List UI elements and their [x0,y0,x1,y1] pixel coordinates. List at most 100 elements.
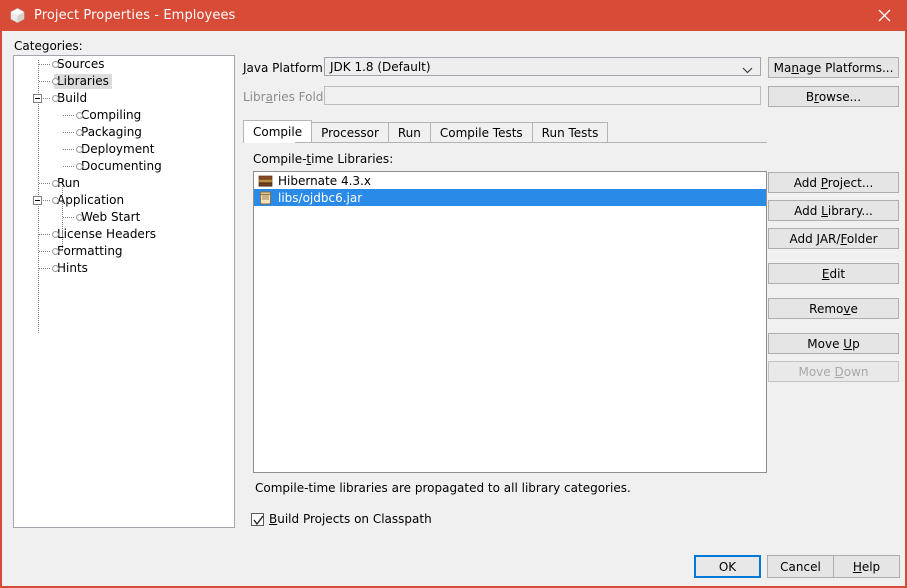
library-item-label: Hibernate 4.3.x [278,173,371,188]
button-label: Remove [809,301,858,316]
ok-button[interactable]: OK [694,555,761,578]
tree-item-formatting[interactable]: Formatting [14,243,234,260]
tree-trunk-line-lower [38,282,39,334]
tree-node-icon [52,231,59,238]
tree-node-icon [76,112,83,119]
tree-item-run[interactable]: Run [14,175,234,192]
tab-compile-tests[interactable]: Compile Tests [429,122,533,142]
categories-tree[interactable]: Sources Libraries Build Compiling Packaging D… [13,55,235,528]
build-projects-on-classpath-label: Build Projects on Classpath [269,512,432,526]
button-label: Add Project... [793,175,874,190]
tree-item-label: Formatting [57,244,123,258]
tree-node-icon [76,129,83,136]
tab-label: Compile Tests [439,125,523,140]
tree-rows: Sources Libraries Build Compiling Packaging D… [14,56,234,277]
tab-run-tests[interactable]: Run Tests [531,122,609,142]
tab-label: Compile [253,124,303,139]
add-project-button[interactable]: Add Project... [768,172,899,193]
tab-bar[interactable]: Compile Processor Run Compile Tests Run Test… [243,120,609,142]
move-up-button[interactable]: Move Up [768,333,899,354]
tree-item-label: Build [57,91,88,105]
tree-connector [39,64,50,65]
tab-compile[interactable]: Compile [243,120,313,142]
tree-item-label: License Headers [57,227,156,241]
library-list-item[interactable]: libs/ojdbc6.jar [254,189,766,206]
tree-item-label: Libraries [54,74,112,89]
tree-collapse-icon[interactable] [33,196,42,205]
close-icon[interactable] [861,0,907,31]
library-books-icon [257,173,273,189]
java-platform-combo[interactable]: JDK 1.8 (Default) [324,57,761,76]
tree-item-label: Compiling [81,108,142,122]
tree-connector [63,166,74,167]
tree-item-label: Sources [57,57,105,71]
java-platform-value: JDK 1.8 (Default) [330,59,431,74]
tree-connector [63,149,74,150]
tree-node-icon [52,248,59,255]
remove-button[interactable]: Remove [768,298,899,319]
manage-platforms-button[interactable]: Manage Platforms... [768,57,899,78]
tree-node-icon [52,61,59,68]
tree-connector [63,132,74,133]
compile-libraries-hint: Compile-time libraries are propagated to… [255,481,631,495]
build-projects-on-classpath-row[interactable]: Build Projects on Classpath [251,512,432,526]
tree-node-icon [52,180,59,187]
tab-active-underline [244,142,295,143]
tree-item-application[interactable]: Application [14,192,234,209]
button-label: OK [718,559,737,574]
tree-node-icon [52,78,59,85]
categories-label: Categories: [14,39,83,53]
add-jar-folder-button[interactable]: Add JAR/Folder [768,228,899,249]
tree-item-libraries[interactable]: Libraries [14,73,234,90]
cube-icon [9,7,26,24]
tree-item-label: Hints [57,261,88,275]
library-item-label: libs/ojdbc6.jar [278,190,363,205]
tree-item-license-headers[interactable]: License Headers [14,226,234,243]
compile-libraries-list[interactable]: Hibernate 4.3.x libs/ojdbc6.jar [253,171,767,473]
tree-node-icon [76,214,83,221]
chevron-down-icon [742,63,753,77]
tree-node-icon [52,265,59,272]
tree-connector [39,183,50,184]
tree-node-icon [76,163,83,170]
tab-label: Run Tests [541,125,599,140]
help-button[interactable]: Help [833,555,900,578]
libraries-folder-input [324,86,761,105]
tree-item-compiling[interactable]: Compiling [14,107,234,124]
library-list-item[interactable]: Hibernate 4.3.x [254,172,766,189]
tree-connector [63,115,74,116]
jar-file-icon [257,190,273,206]
tree-item-web-start[interactable]: Web Start [14,209,234,226]
java-platform-label: Java Platform: [243,61,327,75]
tree-node-icon [76,146,83,153]
tab-processor[interactable]: Processor [311,122,389,142]
build-projects-checkbox[interactable] [251,512,264,526]
tree-node-icon [52,95,59,102]
edit-button[interactable]: Edit [768,263,899,284]
tree-item-sources[interactable]: Sources [14,56,234,73]
tree-connector [39,81,50,82]
tree-item-hints[interactable]: Hints [14,260,234,277]
tree-item-label: Application [57,193,125,207]
tree-item-build[interactable]: Build [14,90,234,107]
button-label: Add JAR/Folder [789,231,878,246]
tree-item-deployment[interactable]: Deployment [14,141,234,158]
add-library-button[interactable]: Add Library... [768,200,899,221]
browse-button[interactable]: Browse... [768,86,899,107]
move-down-button: Move Down [768,361,899,382]
tree-connector [39,268,50,269]
tree-item-packaging[interactable]: Packaging [14,124,234,141]
button-label: Edit [821,266,846,281]
button-label: Cancel [780,559,821,574]
button-label: Help [852,559,881,574]
button-label: Move Up [807,336,860,351]
tab-run[interactable]: Run [387,122,431,142]
tree-item-label: Deployment [81,142,155,156]
cancel-button[interactable]: Cancel [767,555,834,578]
tree-item-documenting[interactable]: Documenting [14,158,234,175]
window-title: Project Properties - Employees [34,8,236,23]
tree-collapse-icon[interactable] [33,94,42,103]
tree-connector [63,217,74,218]
title-bar: Project Properties - Employees [0,0,907,31]
project-properties-dialog: Project Properties - Employees Categorie… [0,0,907,588]
